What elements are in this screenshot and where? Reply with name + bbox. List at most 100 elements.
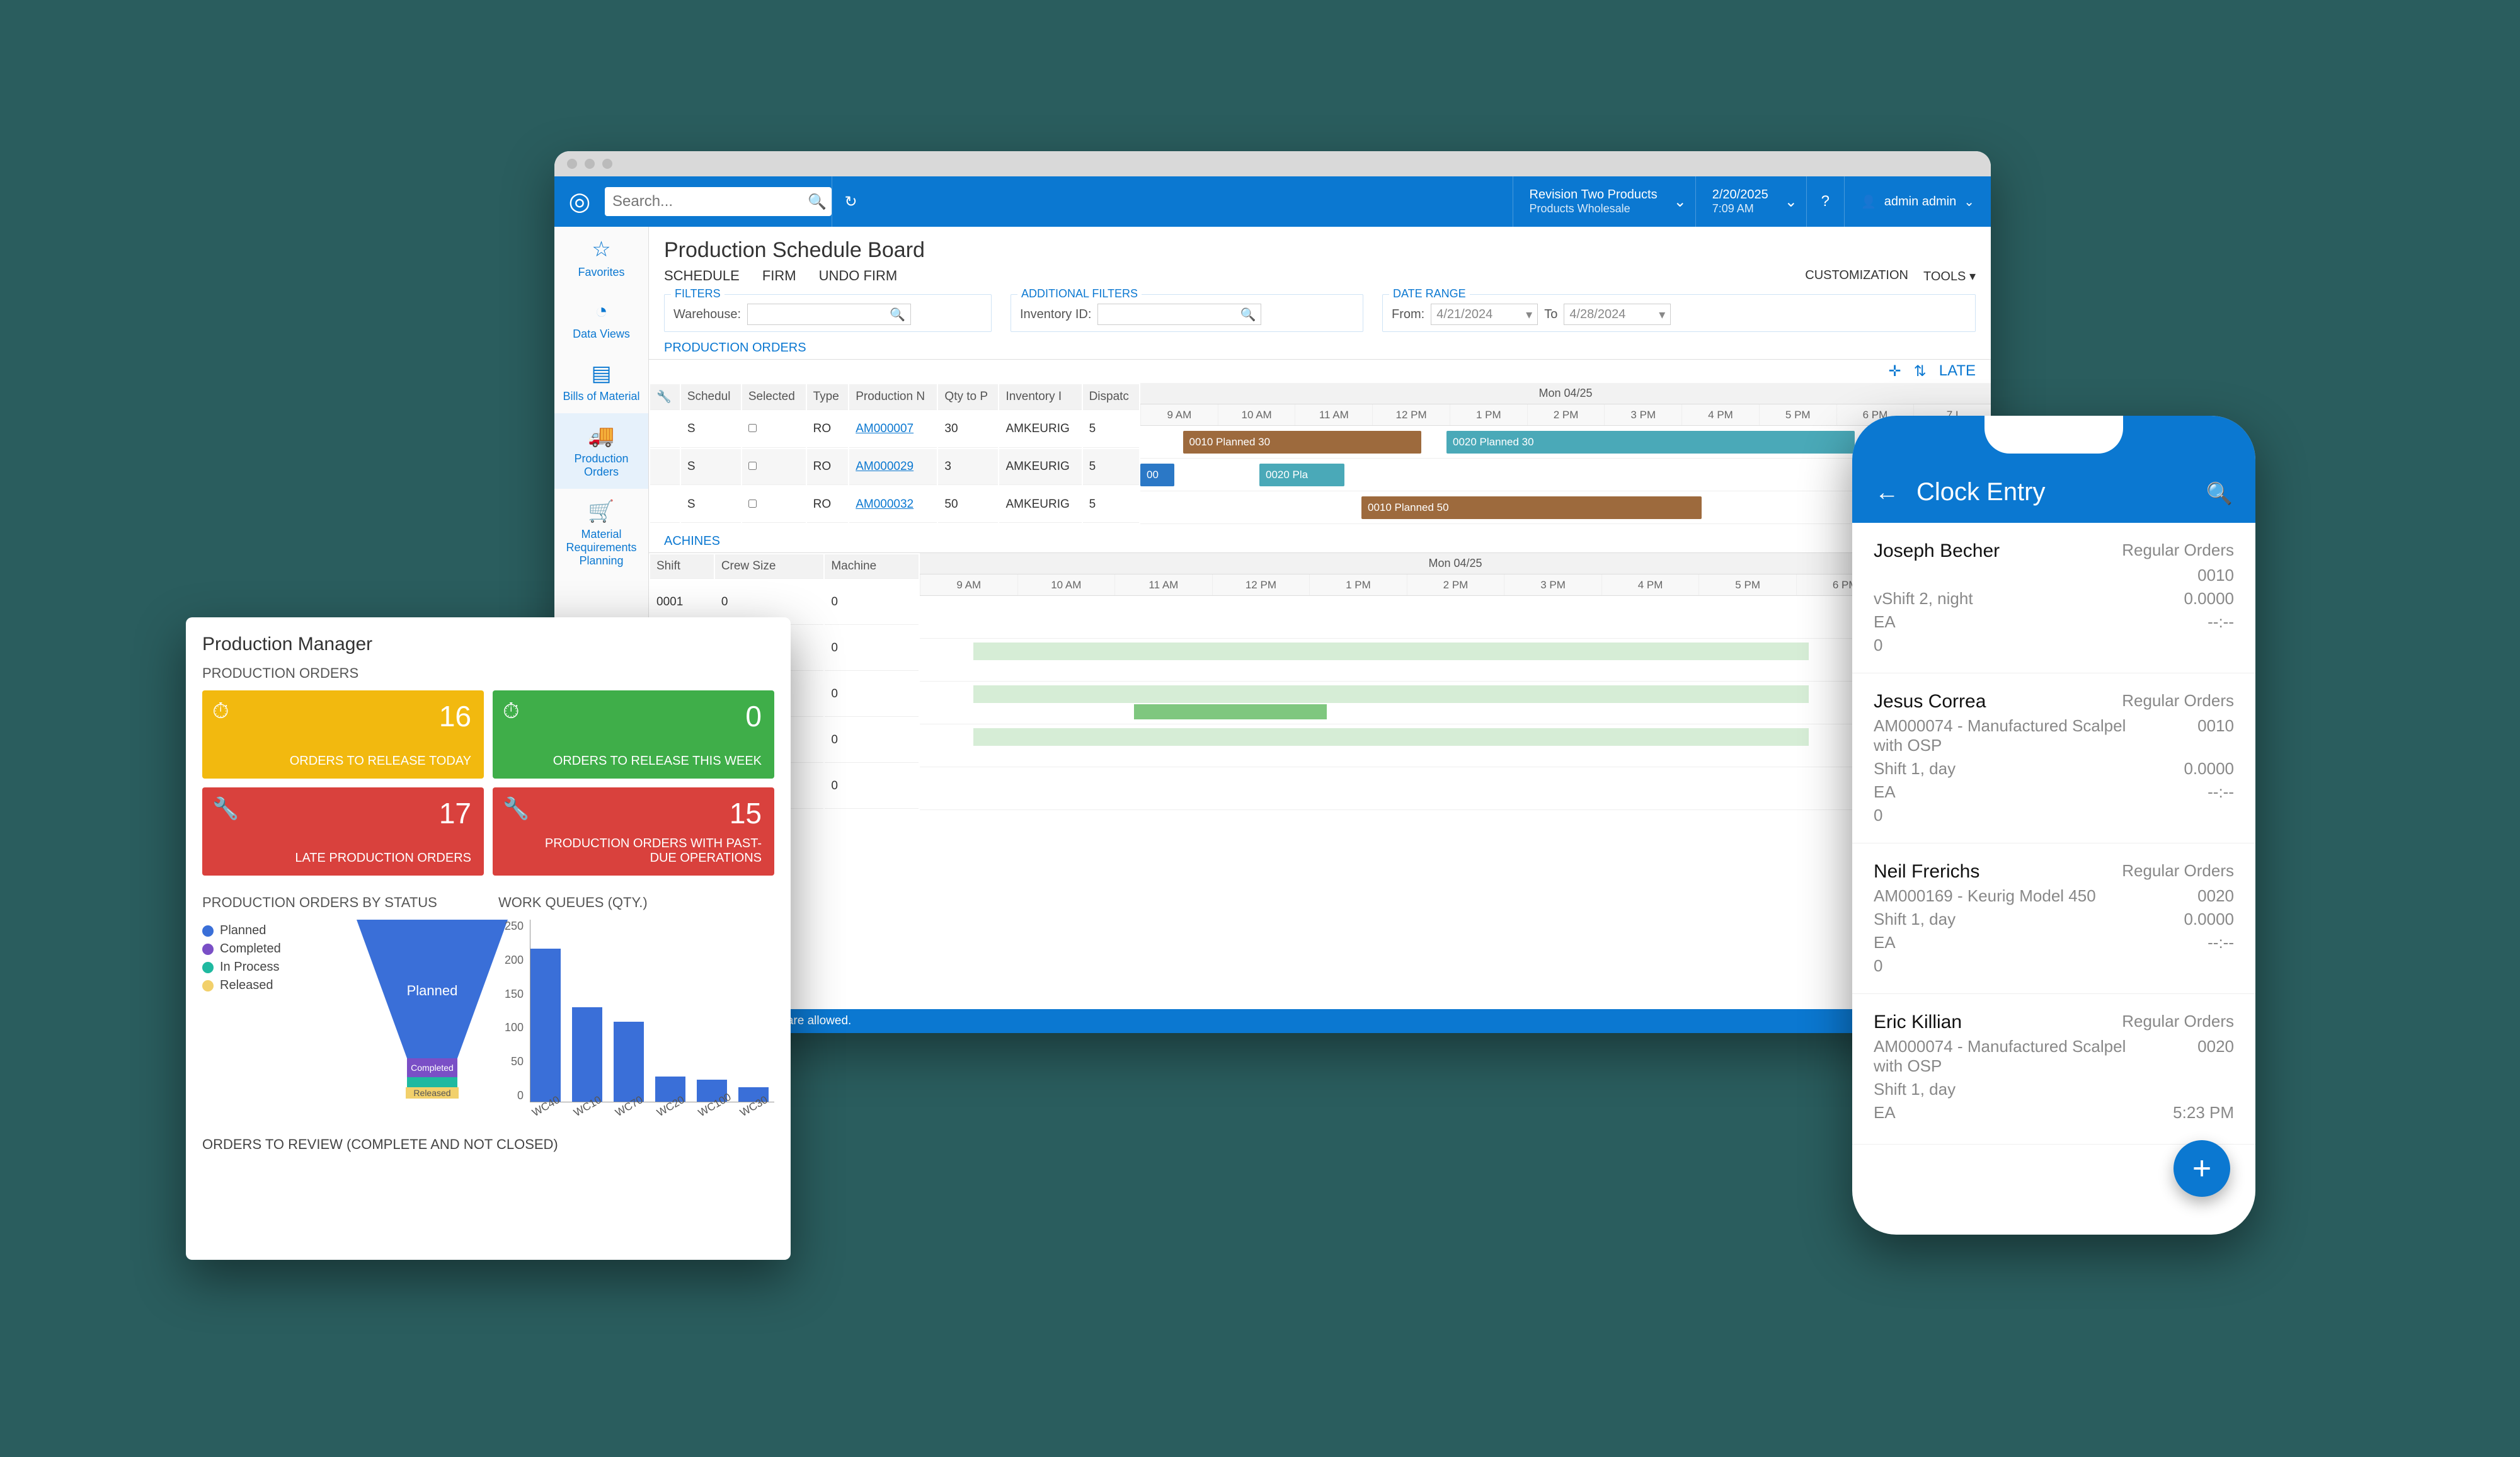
- chart-title: PRODUCTION ORDERS BY STATUS: [202, 894, 479, 911]
- entry-name: Joseph Becher: [1874, 540, 2000, 562]
- sidenav-item[interactable]: ☆ Favorites: [554, 227, 648, 289]
- row-checkbox[interactable]: [748, 424, 757, 432]
- production-number-link[interactable]: AM000007: [856, 422, 914, 435]
- add-icon[interactable]: ✛: [1889, 362, 1901, 380]
- table-row[interactable]: SROAM00003250AMKEURIG5: [650, 486, 1139, 523]
- company-switcher[interactable]: Revision Two Products Products Wholesale: [1513, 176, 1674, 227]
- column-header[interactable]: Inventory I: [999, 384, 1081, 410]
- late-link[interactable]: LATE: [1939, 362, 1976, 380]
- nav-icon: ☆: [558, 237, 644, 262]
- warehouse-input[interactable]: 🔍: [747, 304, 911, 325]
- sidenav-item[interactable]: 🛒Material Requirements Planning: [554, 489, 648, 578]
- column-header[interactable]: Dispatc: [1083, 384, 1139, 410]
- expand-icon[interactable]: ⇅: [1914, 362, 1927, 380]
- column-header[interactable]: Shift: [650, 554, 714, 579]
- legend-dot-icon: [202, 925, 214, 937]
- column-header[interactable]: Crew Size: [715, 554, 824, 579]
- nav-label: Data Views: [573, 328, 630, 340]
- date-from-input[interactable]: 4/21/2024▾: [1431, 304, 1538, 325]
- action-button[interactable]: UNDO FIRM: [819, 268, 898, 284]
- fab-add-button[interactable]: +: [2174, 1140, 2230, 1197]
- nav-icon: 🛒: [558, 499, 644, 524]
- kpi-tile[interactable]: ⏱16ORDERS TO RELEASE TODAY: [202, 690, 484, 779]
- gantt-bar[interactable]: 0020 Pla: [1259, 464, 1344, 486]
- chevron-down-icon[interactable]: ⌄: [1785, 193, 1806, 211]
- tab-machines[interactable]: ACHINES: [649, 530, 1991, 553]
- clock-entry[interactable]: Neil FrerichsRegular Orders AM000169 - K…: [1852, 843, 2255, 994]
- entry-value: 0.0000: [2184, 759, 2234, 779]
- help-icon[interactable]: ?: [1806, 176, 1844, 227]
- search-field[interactable]: [612, 193, 808, 210]
- production-number-link[interactable]: AM000029: [856, 460, 914, 473]
- person-icon: 👤: [1861, 194, 1877, 210]
- search-icon[interactable]: 🔍: [2206, 481, 2233, 506]
- entry-value: 5:23 PM: [2173, 1103, 2234, 1123]
- bar[interactable]: [572, 1007, 602, 1102]
- column-header[interactable]: Qty to P: [938, 384, 998, 410]
- nav-label: Favorites: [578, 266, 624, 278]
- traffic-light-icon[interactable]: [567, 159, 577, 169]
- user-name: admin admin: [1884, 195, 1957, 209]
- date-display[interactable]: 2/20/2025 7:09 AM: [1695, 176, 1785, 227]
- clock-entry[interactable]: Joseph BecherRegular Orders 0010 vShift …: [1852, 523, 2255, 673]
- sidenav-item[interactable]: 🚚Production Orders: [554, 413, 648, 489]
- clock-entry[interactable]: Eric KillianRegular Orders AM000074 - Ma…: [1852, 994, 2255, 1145]
- column-header[interactable]: Type: [807, 384, 849, 410]
- production-orders-table: 🔧SchedulSelectedTypeProduction NQty to P…: [649, 383, 1140, 524]
- column-header[interactable]: Schedul: [681, 384, 741, 410]
- gantt-day-label: Mon 04/25: [1140, 387, 1991, 400]
- production-number-link[interactable]: AM000032: [856, 498, 914, 511]
- chart-title: WORK QUEUES (QTY.): [498, 894, 774, 911]
- traffic-light-icon[interactable]: [602, 159, 612, 169]
- column-header[interactable]: 🔧: [650, 384, 680, 410]
- hour-label: 4 PM: [1601, 574, 1699, 595]
- entry-line: Shift 1, day: [1874, 759, 1956, 779]
- row-checkbox[interactable]: [748, 462, 757, 470]
- traffic-light-icon[interactable]: [585, 159, 595, 169]
- inventory-input[interactable]: 🔍: [1097, 304, 1261, 325]
- filter-label: Inventory ID:: [1020, 307, 1091, 322]
- kpi-tile[interactable]: ⏱0ORDERS TO RELEASE THIS WEEK: [493, 690, 774, 779]
- bar[interactable]: [530, 949, 561, 1102]
- entry-value: 0.0000: [2184, 589, 2234, 609]
- page-title: Production Schedule Board: [649, 227, 1991, 268]
- sidenav-item[interactable]: ◔Data Views: [554, 289, 648, 351]
- refresh-icon[interactable]: ↻: [832, 176, 869, 227]
- action-button[interactable]: SCHEDULE: [664, 268, 740, 284]
- date-to-input[interactable]: 4/28/2024▾: [1564, 304, 1671, 325]
- back-icon[interactable]: ←: [1875, 479, 1899, 506]
- machine-gantt: Mon 04/25 9 AM10 AM11 AM12 PM1 PM2 PM3 P…: [920, 553, 1991, 810]
- work-bar[interactable]: [1134, 704, 1327, 719]
- phone-notch: [1984, 416, 2123, 454]
- toolbar-link[interactable]: CUSTOMIZATION: [1805, 268, 1908, 284]
- entry-line: EA: [1874, 933, 1896, 952]
- kpi-tile[interactable]: 🔧15PRODUCTION ORDERS WITH PAST-DUE OPERA…: [493, 787, 774, 876]
- column-header[interactable]: Selected: [742, 384, 806, 410]
- topbar: ◎ 🔍 ↻ Revision Two Products Products Who…: [554, 176, 1991, 227]
- app-logo-icon[interactable]: ◎: [554, 176, 605, 227]
- column-header[interactable]: Production N: [849, 384, 937, 410]
- tab-production-orders[interactable]: PRODUCTION ORDERS: [649, 337, 1991, 360]
- gantt-bar[interactable]: 0010 Planned 50: [1361, 496, 1702, 519]
- bar[interactable]: [614, 1022, 644, 1102]
- entry-value: 0010: [2197, 566, 2234, 585]
- tile-label: LATE PRODUCTION ORDERS: [240, 851, 471, 866]
- table-row[interactable]: SROAM00000730AMKEURIG5: [650, 411, 1139, 448]
- search-icon[interactable]: 🔍: [808, 193, 827, 211]
- gantt-bar[interactable]: 00: [1140, 464, 1174, 486]
- chevron-down-icon[interactable]: ⌄: [1674, 193, 1695, 211]
- clock-entry[interactable]: Jesus CorreaRegular Orders AM000074 - Ma…: [1852, 673, 2255, 843]
- sidenav-item[interactable]: ▤Bills of Material: [554, 351, 648, 413]
- action-button[interactable]: FIRM: [762, 268, 796, 284]
- kpi-tile[interactable]: 🔧17LATE PRODUCTION ORDERS: [202, 787, 484, 876]
- search-input[interactable]: 🔍: [605, 187, 832, 216]
- gantt-bar[interactable]: 0020 Planned 30: [1446, 431, 1855, 454]
- capacity-band: [973, 685, 1809, 703]
- hour-label: 12 PM: [1212, 574, 1310, 595]
- toolbar-link[interactable]: TOOLS ▾: [1923, 268, 1976, 284]
- column-header[interactable]: Machine: [825, 554, 919, 579]
- gantt-bar[interactable]: 0010 Planned 30: [1183, 431, 1421, 454]
- table-row[interactable]: SROAM0000293AMKEURIG5: [650, 449, 1139, 486]
- user-menu[interactable]: 👤 admin admin ⌄: [1844, 176, 1991, 227]
- row-checkbox[interactable]: [748, 500, 757, 508]
